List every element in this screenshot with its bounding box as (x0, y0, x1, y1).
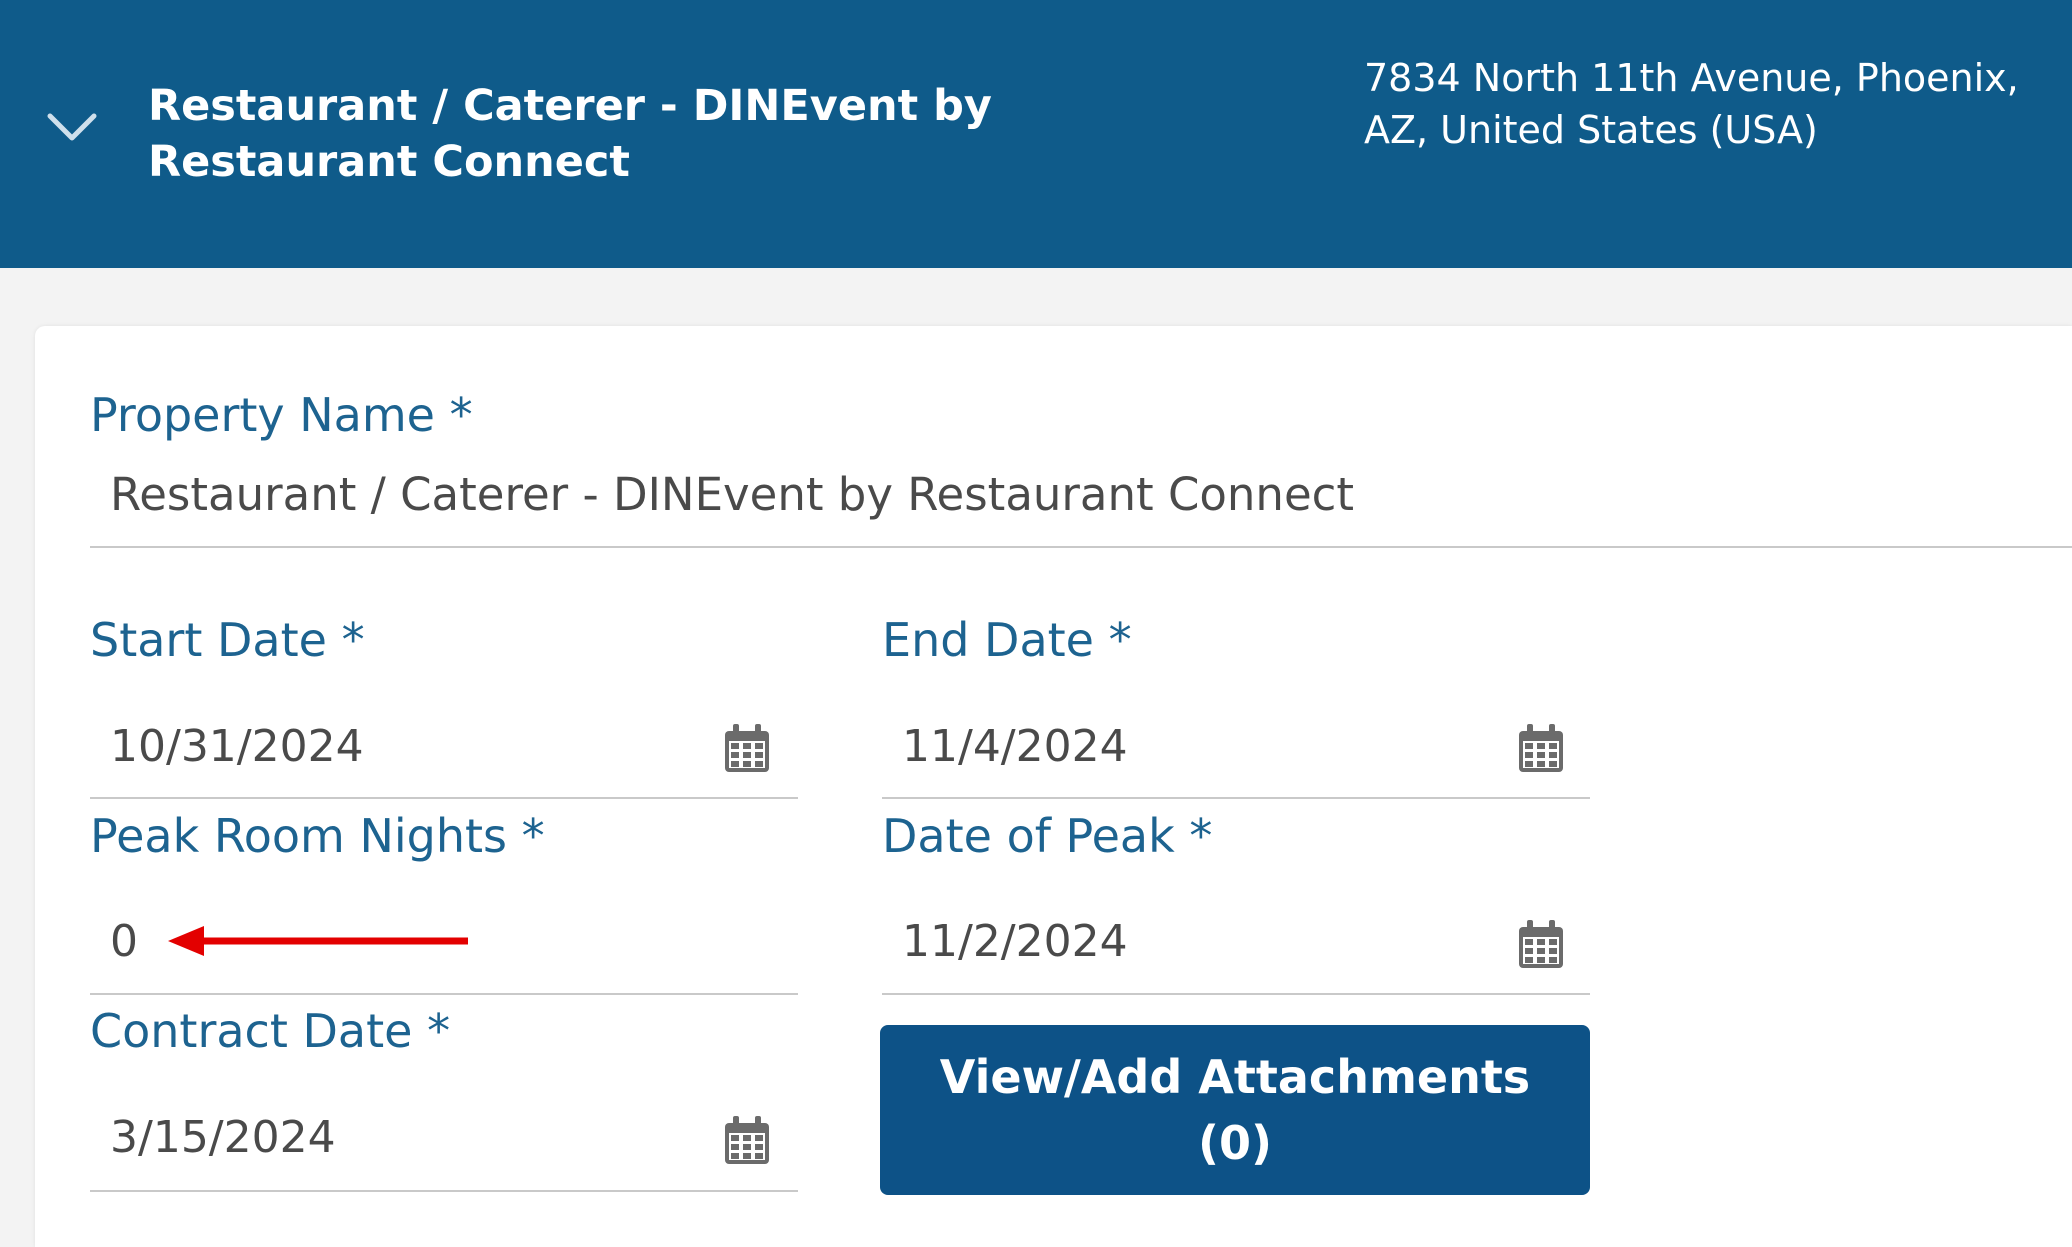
chevron-down-icon[interactable] (44, 108, 100, 148)
property-name-label: Property Name * (90, 388, 473, 442)
peak-room-nights-label: Peak Room Nights * (90, 809, 545, 863)
end-date-underline (882, 797, 1590, 799)
contract-date-field[interactable]: 3/15/2024 (110, 1110, 336, 1166)
property-name-field[interactable]: Restaurant / Caterer - DINEvent by Resta… (110, 467, 1354, 523)
start-date-underline (90, 797, 798, 799)
start-date-label: Start Date * (90, 613, 365, 667)
contract-date-underline (90, 1190, 798, 1192)
header-address: 7834 North 11th Avenue, Phoenix, AZ, Uni… (1364, 56, 2019, 152)
end-date-label: End Date * (882, 613, 1132, 667)
date-of-peak-underline (882, 993, 1590, 995)
calendar-icon[interactable] (1517, 920, 1565, 970)
peak-room-nights-underline (90, 993, 798, 995)
property-header: Restaurant / Caterer - DINEvent by Resta… (0, 0, 2072, 268)
peak-room-nights-field[interactable]: 0 (110, 914, 138, 970)
end-date-field[interactable]: 11/4/2024 (902, 719, 1128, 775)
attachments-button-label: View/Add Attachments (939, 1050, 1531, 1104)
date-of-peak-label: Date of Peak * (882, 809, 1213, 863)
calendar-icon[interactable] (723, 724, 771, 774)
calendar-icon[interactable] (723, 1116, 771, 1166)
start-date-field[interactable]: 10/31/2024 (110, 719, 364, 775)
property-name-underline (90, 546, 2072, 548)
calendar-icon[interactable] (1517, 724, 1565, 774)
view-add-attachments-button[interactable]: View/Add Attachments (0) (880, 1025, 1590, 1195)
header-title: Restaurant / Caterer - DINEvent by Resta… (148, 81, 992, 187)
date-of-peak-field[interactable]: 11/2/2024 (902, 914, 1128, 970)
contract-date-label: Contract Date * (90, 1004, 451, 1058)
attachments-count: (0) (1197, 1116, 1273, 1170)
annotation-arrow-icon (168, 926, 468, 956)
